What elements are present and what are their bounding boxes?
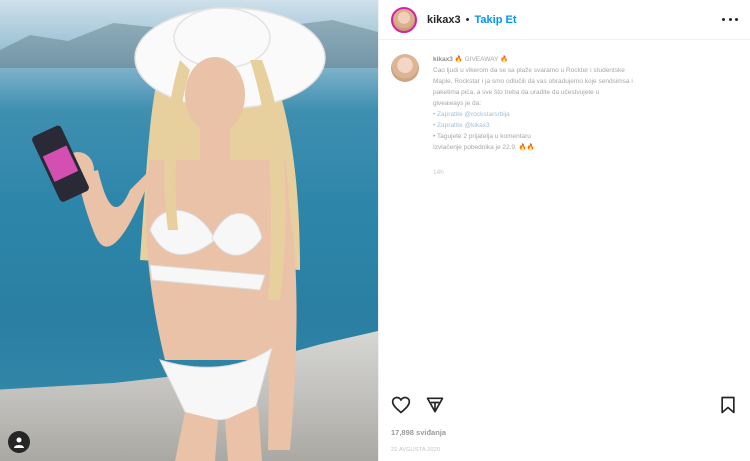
author-avatar[interactable] [391, 6, 417, 33]
post-photo[interactable] [0, 0, 378, 461]
header-separator: • [465, 13, 470, 26]
author-username[interactable]: kikax3 [427, 14, 461, 26]
send-icon[interactable] [425, 395, 445, 415]
caption-username[interactable]: kikax3 [433, 56, 453, 63]
caption-line: giveaways je da: [433, 100, 482, 107]
caption-line: • Tagujete 2 prijatelja u komentaru [433, 133, 531, 140]
post-date: 22 AVGUSTA 2020 [391, 447, 441, 453]
likes-count[interactable]: 17,898 sviđanja [391, 428, 446, 437]
caption-line: 🔥 GIVEAWAY 🔥 [454, 56, 509, 63]
user-tag-icon [14, 437, 24, 448]
caption-body: kikax3 🔥 GIVEAWAY 🔥 Cao ljudi u vikerom … [433, 54, 733, 178]
post-actions [391, 394, 738, 416]
caption-avatar[interactable] [391, 54, 419, 82]
woman-figure [32, 7, 326, 461]
caption-mention-line[interactable]: • Zapratite @rockstarsrbija [433, 109, 733, 120]
bookmark-icon[interactable] [718, 395, 738, 415]
caption-line: paketima pića, a sve što treba da uradit… [433, 89, 600, 96]
more-options-icon[interactable] [722, 18, 738, 21]
follow-button[interactable]: Takip Et [475, 14, 517, 26]
caption-line: Izvlačenje pobednika je 22.9. 🔥🔥 [433, 144, 535, 151]
post-header: kikax3 • Takip Et [379, 0, 750, 40]
heart-icon[interactable] [391, 395, 411, 415]
post-caption: kikax3 🔥 GIVEAWAY 🔥 Cao ljudi u vikerom … [379, 40, 750, 178]
caption-mention-line[interactable]: • Zapratite @kikax3 [433, 120, 733, 131]
tagged-user-button[interactable] [8, 431, 30, 453]
caption-line: Maple, Rockstar i ja smo odlučili da vas… [433, 78, 633, 85]
caption-timestamp: 14h [433, 169, 444, 176]
caption-line: Cao ljudi u vikerom da se sa plaže svara… [433, 67, 625, 74]
post-panel: kikax3 • Takip Et kikax3 🔥 GIVEAWAY 🔥 Ca… [378, 0, 750, 461]
